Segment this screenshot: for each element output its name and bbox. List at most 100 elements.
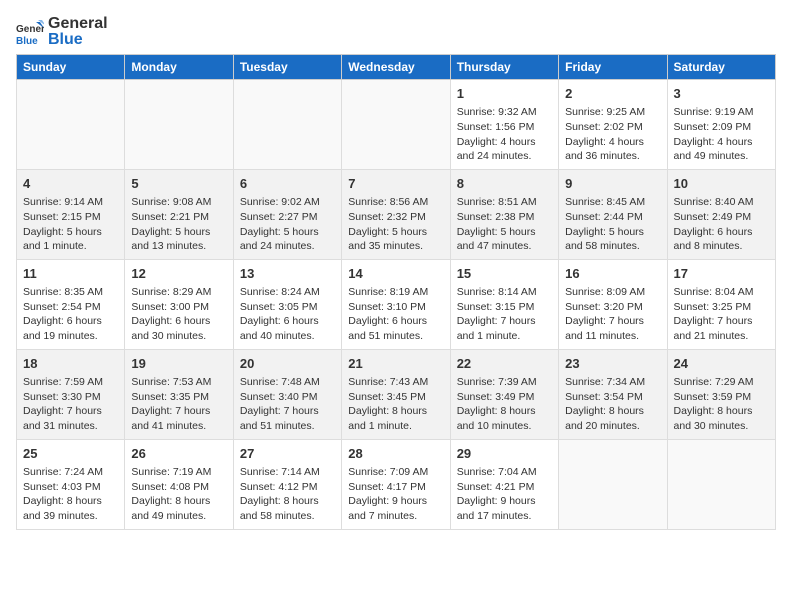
day-info: Sunrise: 9:14 AM Sunset: 2:15 PM Dayligh… (23, 195, 118, 254)
calendar-cell: 4 Sunrise: 9:14 AM Sunset: 2:15 PM Daylig… (17, 169, 125, 259)
day-number: 23 (565, 355, 660, 373)
calendar-week-3: 11 Sunrise: 8:35 AM Sunset: 2:54 PM Dayli… (17, 259, 776, 349)
svg-text:General: General (16, 24, 44, 35)
calendar-cell: 16 Sunrise: 8:09 AM Sunset: 3:20 PM Dayli… (559, 259, 667, 349)
day-number: 20 (240, 355, 335, 373)
day-info: Sunrise: 8:51 AM Sunset: 2:38 PM Dayligh… (457, 195, 552, 254)
calendar-header-monday: Monday (125, 55, 233, 80)
calendar-cell (17, 80, 125, 170)
calendar-cell: 2Sunrise: 9:25 AM Sunset: 2:02 PM Daylig… (559, 80, 667, 170)
calendar-cell: 29 Sunrise: 7:04 AM Sunset: 4:21 PM Dayli… (450, 439, 558, 529)
calendar-week-2: 4 Sunrise: 9:14 AM Sunset: 2:15 PM Daylig… (17, 169, 776, 259)
day-info: Sunrise: 9:19 AM Sunset: 2:09 PM Dayligh… (674, 105, 769, 164)
calendar-cell: 13 Sunrise: 8:24 AM Sunset: 3:05 PM Dayli… (233, 259, 341, 349)
day-info: Sunrise: 7:48 AM Sunset: 3:40 PM Dayligh… (240, 375, 335, 434)
calendar-header-row: SundayMondayTuesdayWednesdayThursdayFrid… (17, 55, 776, 80)
calendar-cell: 12 Sunrise: 8:29 AM Sunset: 3:00 PM Dayli… (125, 259, 233, 349)
calendar-header-sunday: Sunday (17, 55, 125, 80)
calendar-cell: 27 Sunrise: 7:14 AM Sunset: 4:12 PM Dayli… (233, 439, 341, 529)
calendar-cell: 24 Sunrise: 7:29 AM Sunset: 3:59 PM Dayli… (667, 349, 775, 439)
day-info: Sunrise: 8:56 AM Sunset: 2:32 PM Dayligh… (348, 195, 443, 254)
day-number: 19 (131, 355, 226, 373)
calendar-header-wednesday: Wednesday (342, 55, 450, 80)
day-info: Sunrise: 8:19 AM Sunset: 3:10 PM Dayligh… (348, 285, 443, 344)
day-info: Sunrise: 9:02 AM Sunset: 2:27 PM Dayligh… (240, 195, 335, 254)
day-number: 6 (240, 175, 335, 193)
day-info: Sunrise: 8:14 AM Sunset: 3:15 PM Dayligh… (457, 285, 552, 344)
day-number: 1 (457, 85, 552, 103)
day-info: Sunrise: 7:04 AM Sunset: 4:21 PM Dayligh… (457, 465, 552, 524)
calendar-cell (559, 439, 667, 529)
day-number: 11 (23, 265, 118, 283)
calendar-cell (667, 439, 775, 529)
calendar-header-friday: Friday (559, 55, 667, 80)
calendar-cell: 5 Sunrise: 9:08 AM Sunset: 2:21 PM Daylig… (125, 169, 233, 259)
day-info: Sunrise: 8:09 AM Sunset: 3:20 PM Dayligh… (565, 285, 660, 344)
calendar-table: SundayMondayTuesdayWednesdayThursdayFrid… (16, 54, 776, 530)
day-number: 29 (457, 445, 552, 463)
day-number: 12 (131, 265, 226, 283)
calendar-cell: 22Sunrise: 7:39 AM Sunset: 3:49 PM Dayli… (450, 349, 558, 439)
calendar-cell: 7 Sunrise: 8:56 AM Sunset: 2:32 PM Daylig… (342, 169, 450, 259)
day-number: 4 (23, 175, 118, 193)
calendar-cell: 28 Sunrise: 7:09 AM Sunset: 4:17 PM Dayli… (342, 439, 450, 529)
calendar-cell: 9 Sunrise: 8:45 AM Sunset: 2:44 PM Daylig… (559, 169, 667, 259)
day-number: 18 (23, 355, 118, 373)
day-number: 15 (457, 265, 552, 283)
logo: General Blue General Blue (16, 16, 108, 48)
calendar-cell: 20 Sunrise: 7:48 AM Sunset: 3:40 PM Dayli… (233, 349, 341, 439)
day-info: Sunrise: 7:14 AM Sunset: 4:12 PM Dayligh… (240, 465, 335, 524)
day-info: Sunrise: 8:35 AM Sunset: 2:54 PM Dayligh… (23, 285, 118, 344)
calendar-cell: 25Sunrise: 7:24 AM Sunset: 4:03 PM Dayli… (17, 439, 125, 529)
day-number: 7 (348, 175, 443, 193)
day-number: 3 (674, 85, 769, 103)
calendar-week-4: 18 Sunrise: 7:59 AM Sunset: 3:30 PM Dayli… (17, 349, 776, 439)
day-number: 27 (240, 445, 335, 463)
day-number: 21 (348, 355, 443, 373)
day-number: 13 (240, 265, 335, 283)
calendar-cell: 23 Sunrise: 7:34 AM Sunset: 3:54 PM Dayli… (559, 349, 667, 439)
day-info: Sunrise: 7:09 AM Sunset: 4:17 PM Dayligh… (348, 465, 443, 524)
day-info: Sunrise: 9:32 AM Sunset: 1:56 PM Dayligh… (457, 105, 552, 164)
day-info: Sunrise: 7:59 AM Sunset: 3:30 PM Dayligh… (23, 375, 118, 434)
calendar-cell (342, 80, 450, 170)
day-info: Sunrise: 7:53 AM Sunset: 3:35 PM Dayligh… (131, 375, 226, 434)
day-info: Sunrise: 7:29 AM Sunset: 3:59 PM Dayligh… (674, 375, 769, 434)
day-number: 24 (674, 355, 769, 373)
calendar-cell: 15 Sunrise: 8:14 AM Sunset: 3:15 PM Dayli… (450, 259, 558, 349)
day-number: 8 (457, 175, 552, 193)
day-info: Sunrise: 8:45 AM Sunset: 2:44 PM Dayligh… (565, 195, 660, 254)
logo-general-text: General (48, 15, 108, 32)
calendar-cell: 14 Sunrise: 8:19 AM Sunset: 3:10 PM Dayli… (342, 259, 450, 349)
day-number: 16 (565, 265, 660, 283)
day-number: 9 (565, 175, 660, 193)
calendar-header-tuesday: Tuesday (233, 55, 341, 80)
day-number: 26 (131, 445, 226, 463)
calendar-cell: 19 Sunrise: 7:53 AM Sunset: 3:35 PM Dayli… (125, 349, 233, 439)
calendar-cell: 8 Sunrise: 8:51 AM Sunset: 2:38 PM Daylig… (450, 169, 558, 259)
day-info: Sunrise: 7:34 AM Sunset: 3:54 PM Dayligh… (565, 375, 660, 434)
logo-blue-text: Blue (48, 31, 83, 48)
calendar-week-5: 25Sunrise: 7:24 AM Sunset: 4:03 PM Dayli… (17, 439, 776, 529)
calendar-cell: 11 Sunrise: 8:35 AM Sunset: 2:54 PM Dayli… (17, 259, 125, 349)
calendar-cell: 10 Sunrise: 8:40 AM Sunset: 2:49 PM Dayli… (667, 169, 775, 259)
day-number: 28 (348, 445, 443, 463)
day-info: Sunrise: 8:24 AM Sunset: 3:05 PM Dayligh… (240, 285, 335, 344)
day-info: Sunrise: 9:08 AM Sunset: 2:21 PM Dayligh… (131, 195, 226, 254)
day-number: 14 (348, 265, 443, 283)
calendar-cell: 21 Sunrise: 7:43 AM Sunset: 3:45 PM Dayli… (342, 349, 450, 439)
day-number: 22 (457, 355, 552, 373)
calendar-week-1: 1 Sunrise: 9:32 AM Sunset: 1:56 PM Daylig… (17, 80, 776, 170)
day-info: Sunrise: 8:40 AM Sunset: 2:49 PM Dayligh… (674, 195, 769, 254)
calendar-cell (233, 80, 341, 170)
calendar-cell: 3 Sunrise: 9:19 AM Sunset: 2:09 PM Daylig… (667, 80, 775, 170)
logo-icon: General Blue (16, 18, 44, 46)
day-number: 5 (131, 175, 226, 193)
calendar-header-saturday: Saturday (667, 55, 775, 80)
svg-text:Blue: Blue (16, 36, 38, 46)
day-info: Sunrise: 7:19 AM Sunset: 4:08 PM Dayligh… (131, 465, 226, 524)
day-info: Sunrise: 7:43 AM Sunset: 3:45 PM Dayligh… (348, 375, 443, 434)
calendar-header-thursday: Thursday (450, 55, 558, 80)
day-info: Sunrise: 8:29 AM Sunset: 3:00 PM Dayligh… (131, 285, 226, 344)
day-number: 10 (674, 175, 769, 193)
